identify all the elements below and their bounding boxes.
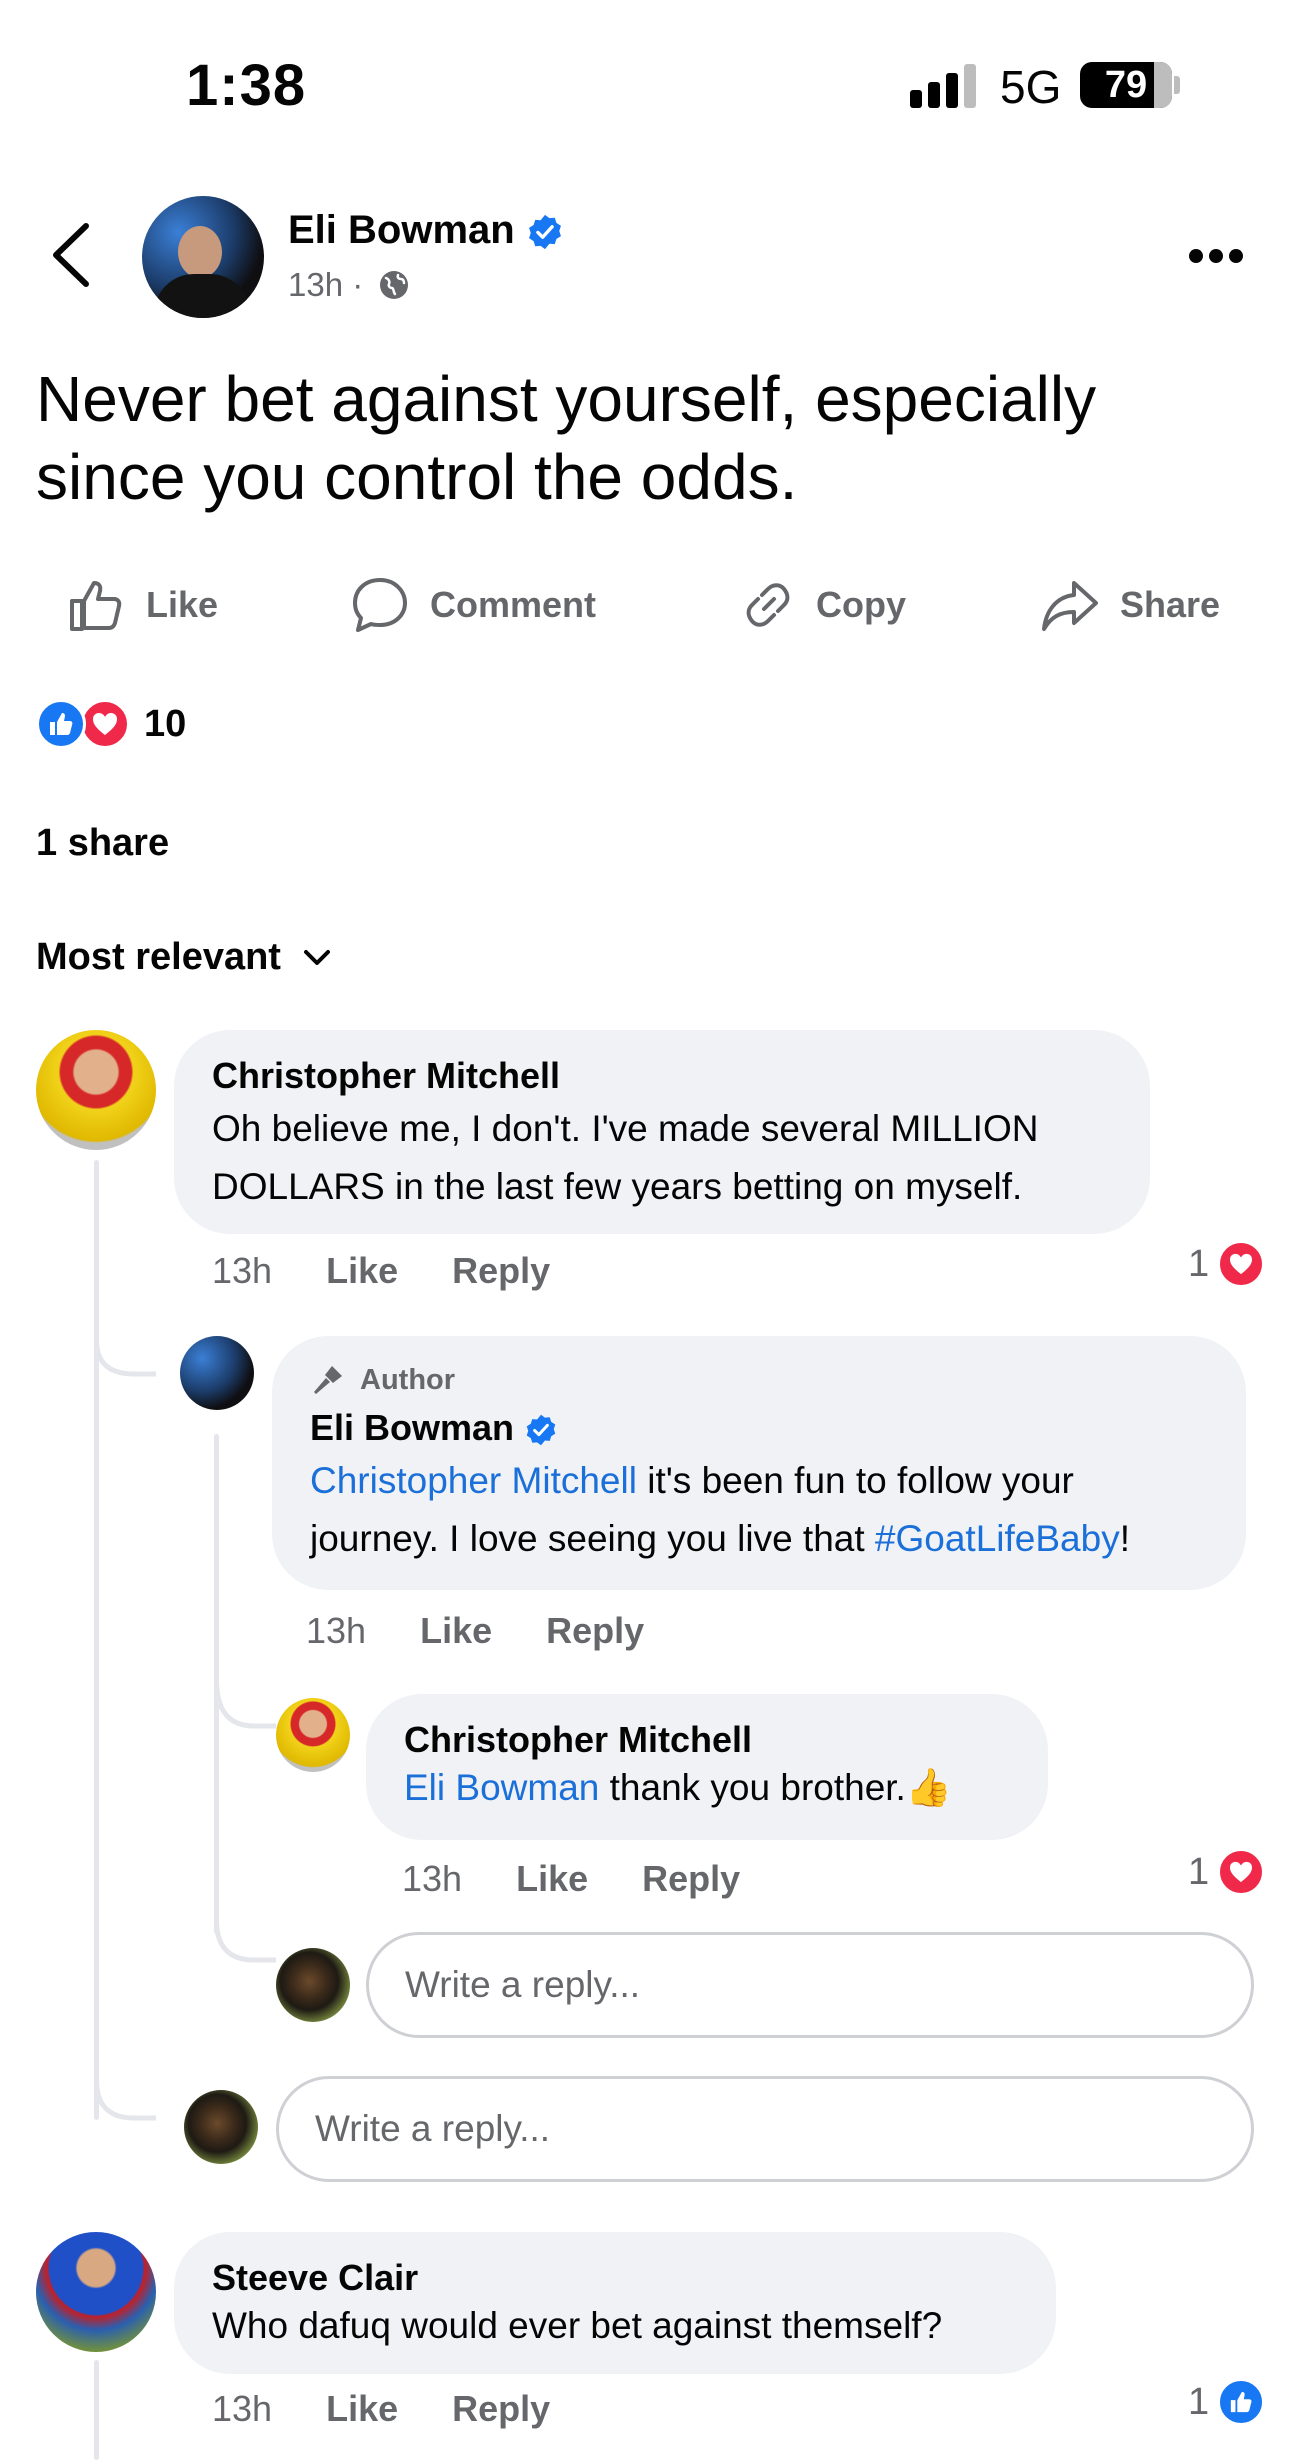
reply-like-button[interactable]: Like	[516, 1858, 588, 1900]
like-label: Like	[146, 584, 219, 625]
reply-reply-button[interactable]: Reply	[642, 1858, 740, 1900]
reply-text: Christopher Mitchell it's been fun to fo…	[310, 1452, 1208, 1568]
love-reaction-icon	[1217, 1240, 1266, 1288]
love-reaction-icon	[1217, 1848, 1266, 1896]
reply-bubble: Author Eli Bowman Christopher Mitchell i…	[272, 1336, 1246, 1590]
comment-text: Who dafuq would ever bet against themsel…	[212, 2305, 943, 2346]
more-options-icon[interactable]	[1188, 246, 1244, 266]
reply-time: 13h	[306, 1610, 367, 1651]
comment-meta: 13h Like Reply	[212, 2388, 604, 2430]
reply-like-button[interactable]: Like	[420, 1610, 492, 1652]
comment-bubble: Christopher Mitchell Oh believe me, I do…	[174, 1030, 1150, 1234]
reply-author-avatar[interactable]	[180, 1336, 254, 1410]
share-label: Share	[1120, 584, 1221, 625]
comment-meta: 13h Like Reply	[212, 1250, 604, 1292]
comment-reaction-number: 1	[1188, 1242, 1210, 1285]
comment-reaction-count[interactable]: 1	[1188, 2378, 1266, 2426]
share-arrow-icon	[1042, 581, 1098, 631]
copy-button[interactable]: Copy	[740, 570, 906, 640]
verified-badge-icon	[528, 215, 561, 250]
commenter-name[interactable]: Steeve Clair	[212, 2254, 1018, 2302]
post-meta: 13h ·	[288, 266, 410, 304]
globe-icon	[380, 271, 409, 299]
hashtag-link[interactable]: #GoatLifeBaby	[875, 1518, 1120, 1559]
like-reaction-icon	[1217, 2378, 1266, 2426]
comment-reaction-number: 1	[1188, 2380, 1210, 2423]
like-reaction-icon	[36, 699, 86, 749]
back-chevron-icon[interactable]	[48, 222, 94, 288]
reply-input[interactable]: Write a reply...	[366, 1932, 1254, 2038]
thumbs-up-icon	[70, 581, 122, 631]
comment-reply-button[interactable]: Reply	[452, 1250, 550, 1292]
copy-label: Copy	[816, 584, 906, 625]
reply-text-end: !	[1119, 1518, 1130, 1559]
battery-level: 79	[1104, 64, 1148, 106]
comment-time: 13h	[212, 1250, 273, 1291]
reply-meta: 13h Like Reply	[306, 1610, 698, 1652]
comment-reaction-count[interactable]: 1	[1188, 1240, 1266, 1288]
author-tag: Author	[310, 1362, 1208, 1398]
commenter-avatar[interactable]	[36, 2232, 156, 2352]
commenter-name[interactable]: Christopher Mitchell	[212, 1052, 1112, 1100]
reply-commenter-avatar[interactable]	[276, 1698, 350, 1772]
reaction-count: 10	[144, 702, 187, 745]
commenter-avatar[interactable]	[36, 1030, 156, 1150]
reply-text-part: thank you brother.	[599, 1767, 906, 1808]
sort-label: Most relevant	[36, 936, 281, 978]
reply-reply-button[interactable]: Reply	[546, 1610, 644, 1652]
post-text: Never bet against yourself, especially s…	[36, 363, 1097, 513]
post-author-name[interactable]: Eli Bowman	[288, 208, 515, 252]
reply-input-placeholder: Write a reply...	[405, 1964, 641, 2005]
verified-badge-icon	[526, 1415, 556, 1446]
comment-time: 13h	[212, 2388, 273, 2429]
like-button[interactable]: Like	[66, 570, 218, 640]
comment-bubble: Steeve Clair Who dafuq would ever bet ag…	[174, 2232, 1056, 2374]
thread-connector	[94, 2040, 156, 2121]
thread-connector	[214, 1880, 276, 1963]
battery-nub	[1174, 76, 1180, 94]
author-avatar[interactable]	[142, 196, 264, 318]
chevron-down-icon	[303, 949, 330, 965]
share-button[interactable]: Share	[1040, 570, 1220, 640]
reply-reaction-count[interactable]: 1	[1188, 1848, 1266, 1896]
current-user-avatar	[276, 1948, 350, 2022]
love-reaction-icon	[80, 699, 130, 749]
thread-line	[94, 2360, 99, 2460]
reply-input-placeholder: Write a reply...	[315, 2108, 551, 2149]
mention-link[interactable]: Eli Bowman	[404, 1767, 599, 1808]
reply-meta: 13h Like Reply	[402, 1858, 794, 1900]
comment-text: Oh believe me, I don't. I've made severa…	[212, 1108, 1039, 1207]
battery-icon: 79	[1080, 62, 1172, 108]
comment-like-button[interactable]: Like	[326, 1250, 398, 1292]
share-count[interactable]: 1 share	[36, 822, 169, 865]
status-time: 1:38	[186, 53, 307, 118]
thread-connector	[94, 1280, 156, 1377]
reply-text: Eli Bowman thank you brother.👍	[404, 1764, 1010, 1812]
reply-bubble: Christopher Mitchell Eli Bowman thank yo…	[366, 1694, 1048, 1840]
reply-author[interactable]: Eli Bowman	[310, 1404, 1208, 1452]
comment-bubble-icon	[353, 578, 407, 632]
comment-button[interactable]: Comment	[350, 570, 596, 640]
thread-connector	[214, 1640, 276, 1729]
current-user-avatar	[184, 2090, 258, 2164]
reaction-summary[interactable]: 10	[36, 696, 186, 752]
reply-time: 13h	[402, 1858, 463, 1899]
reply-commenter-name[interactable]: Christopher Mitchell	[404, 1716, 1010, 1764]
reply-reaction-number: 1	[1188, 1850, 1210, 1893]
link-icon	[746, 583, 790, 627]
microphone-icon	[314, 1366, 342, 1394]
comment-reply-button[interactable]: Reply	[452, 2388, 550, 2430]
mention-link[interactable]: Christopher Mitchell	[310, 1460, 637, 1501]
author-tag-label: Author	[360, 1363, 456, 1396]
post-time: 13h	[288, 266, 344, 303]
reply-author-name[interactable]: Eli Bowman	[310, 1407, 514, 1448]
comment-like-button[interactable]: Like	[326, 2388, 398, 2430]
thumbs-up-emoji: 👍	[905, 1767, 952, 1808]
reply-input[interactable]: Write a reply...	[276, 2076, 1254, 2182]
post-author[interactable]: Eli Bowman	[288, 208, 564, 253]
signal-icon	[910, 64, 976, 108]
comment-label: Comment	[430, 584, 597, 625]
network-label: 5G	[1000, 61, 1062, 113]
comment-sort-dropdown[interactable]: Most relevant	[36, 936, 331, 979]
